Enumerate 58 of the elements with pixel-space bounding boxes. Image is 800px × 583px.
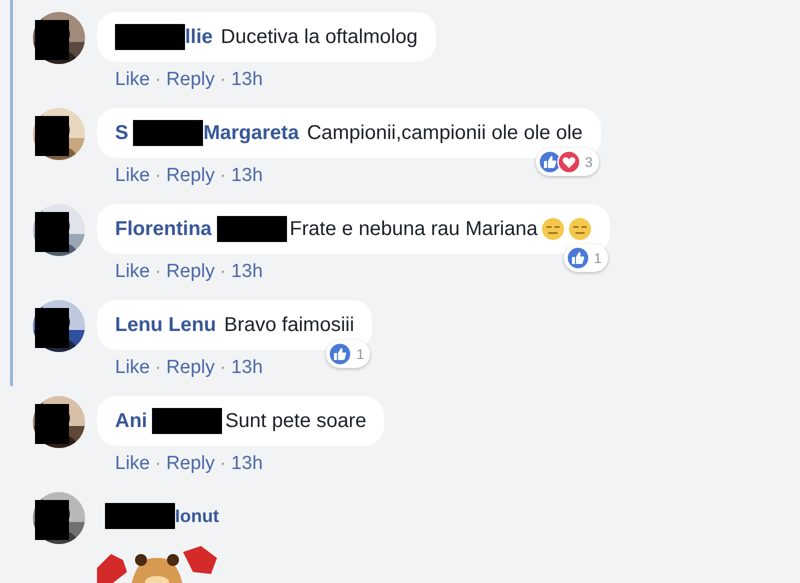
- author-link[interactable]: S: [115, 118, 128, 148]
- redaction-block: [35, 212, 69, 252]
- timestamp[interactable]: 13h: [231, 66, 263, 94]
- timestamp[interactable]: 13h: [231, 162, 263, 190]
- redaction-block: [35, 20, 69, 60]
- separator-dot: ·: [154, 452, 162, 476]
- redaction-block: [152, 408, 222, 434]
- redaction-block: [105, 503, 175, 529]
- author-link[interactable]: Margareta: [203, 118, 299, 148]
- timestamp[interactable]: 13h: [231, 450, 263, 478]
- separator-dot: ·: [220, 356, 226, 380]
- reaction-count: 1: [594, 248, 602, 268]
- action-link[interactable]: Reply: [166, 66, 215, 94]
- separator-dot: ·: [220, 452, 226, 476]
- separator-dot: ·: [154, 68, 162, 92]
- redaction-block: [35, 308, 69, 348]
- separator-dot: ·: [220, 260, 226, 284]
- expressionless-face-icon: [568, 217, 592, 241]
- action-link[interactable]: Like: [115, 258, 150, 286]
- action-link[interactable]: Reply: [166, 162, 215, 190]
- reaction-count: 3: [584, 152, 593, 172]
- expressionless-face-icon: [540, 217, 565, 241]
- action-link[interactable]: Reply: [166, 258, 215, 286]
- timestamp[interactable]: 13h: [231, 258, 263, 286]
- comment-text: Bravo faimosiii: [224, 313, 354, 338]
- author-link[interactable]: Lenu Lenu: [115, 310, 216, 340]
- author-link[interactable]: llie: [185, 22, 213, 52]
- reaction-badge[interactable]: 1: [326, 340, 370, 368]
- action-link[interactable]: Reply: [166, 354, 215, 382]
- action-link[interactable]: Like: [115, 354, 150, 382]
- action-link[interactable]: Like: [115, 450, 150, 478]
- author-link[interactable]: Ani: [115, 406, 148, 436]
- reaction-count: 1: [356, 344, 364, 364]
- thumbs-up-icon: [566, 246, 590, 270]
- redaction-block: [216, 216, 287, 242]
- separator-dot: ·: [154, 356, 162, 380]
- separator-dot: ·: [154, 260, 162, 284]
- redaction-block: [35, 404, 69, 444]
- action-link[interactable]: Like: [115, 162, 150, 190]
- action-link[interactable]: Like: [115, 66, 150, 94]
- timestamp[interactable]: 13h: [231, 354, 263, 382]
- comment-text: Frate e nebuna rau Mariana: [290, 217, 538, 242]
- reaction-badge[interactable]: 1: [564, 244, 608, 272]
- redaction-block: [133, 120, 204, 146]
- separator-dot: ·: [220, 164, 226, 188]
- comment-text: Sunt pete soare: [225, 409, 366, 434]
- comment-text: Ducetiva la oftalmolog: [220, 25, 418, 50]
- separator-dot: ·: [154, 164, 162, 188]
- comment-text: Campionii,campionii ole ole ole: [306, 121, 583, 146]
- separator-dot: ·: [220, 68, 226, 92]
- author-link[interactable]: Florentina: [115, 214, 212, 244]
- redaction-block: [35, 116, 69, 156]
- thumbs-up-icon: [328, 342, 352, 366]
- action-link[interactable]: Reply: [166, 450, 215, 478]
- redaction-block: [115, 24, 185, 50]
- reaction-badge[interactable]: 3: [536, 148, 599, 176]
- author-link[interactable]: Ionut: [175, 502, 219, 530]
- redaction-block: [35, 500, 69, 540]
